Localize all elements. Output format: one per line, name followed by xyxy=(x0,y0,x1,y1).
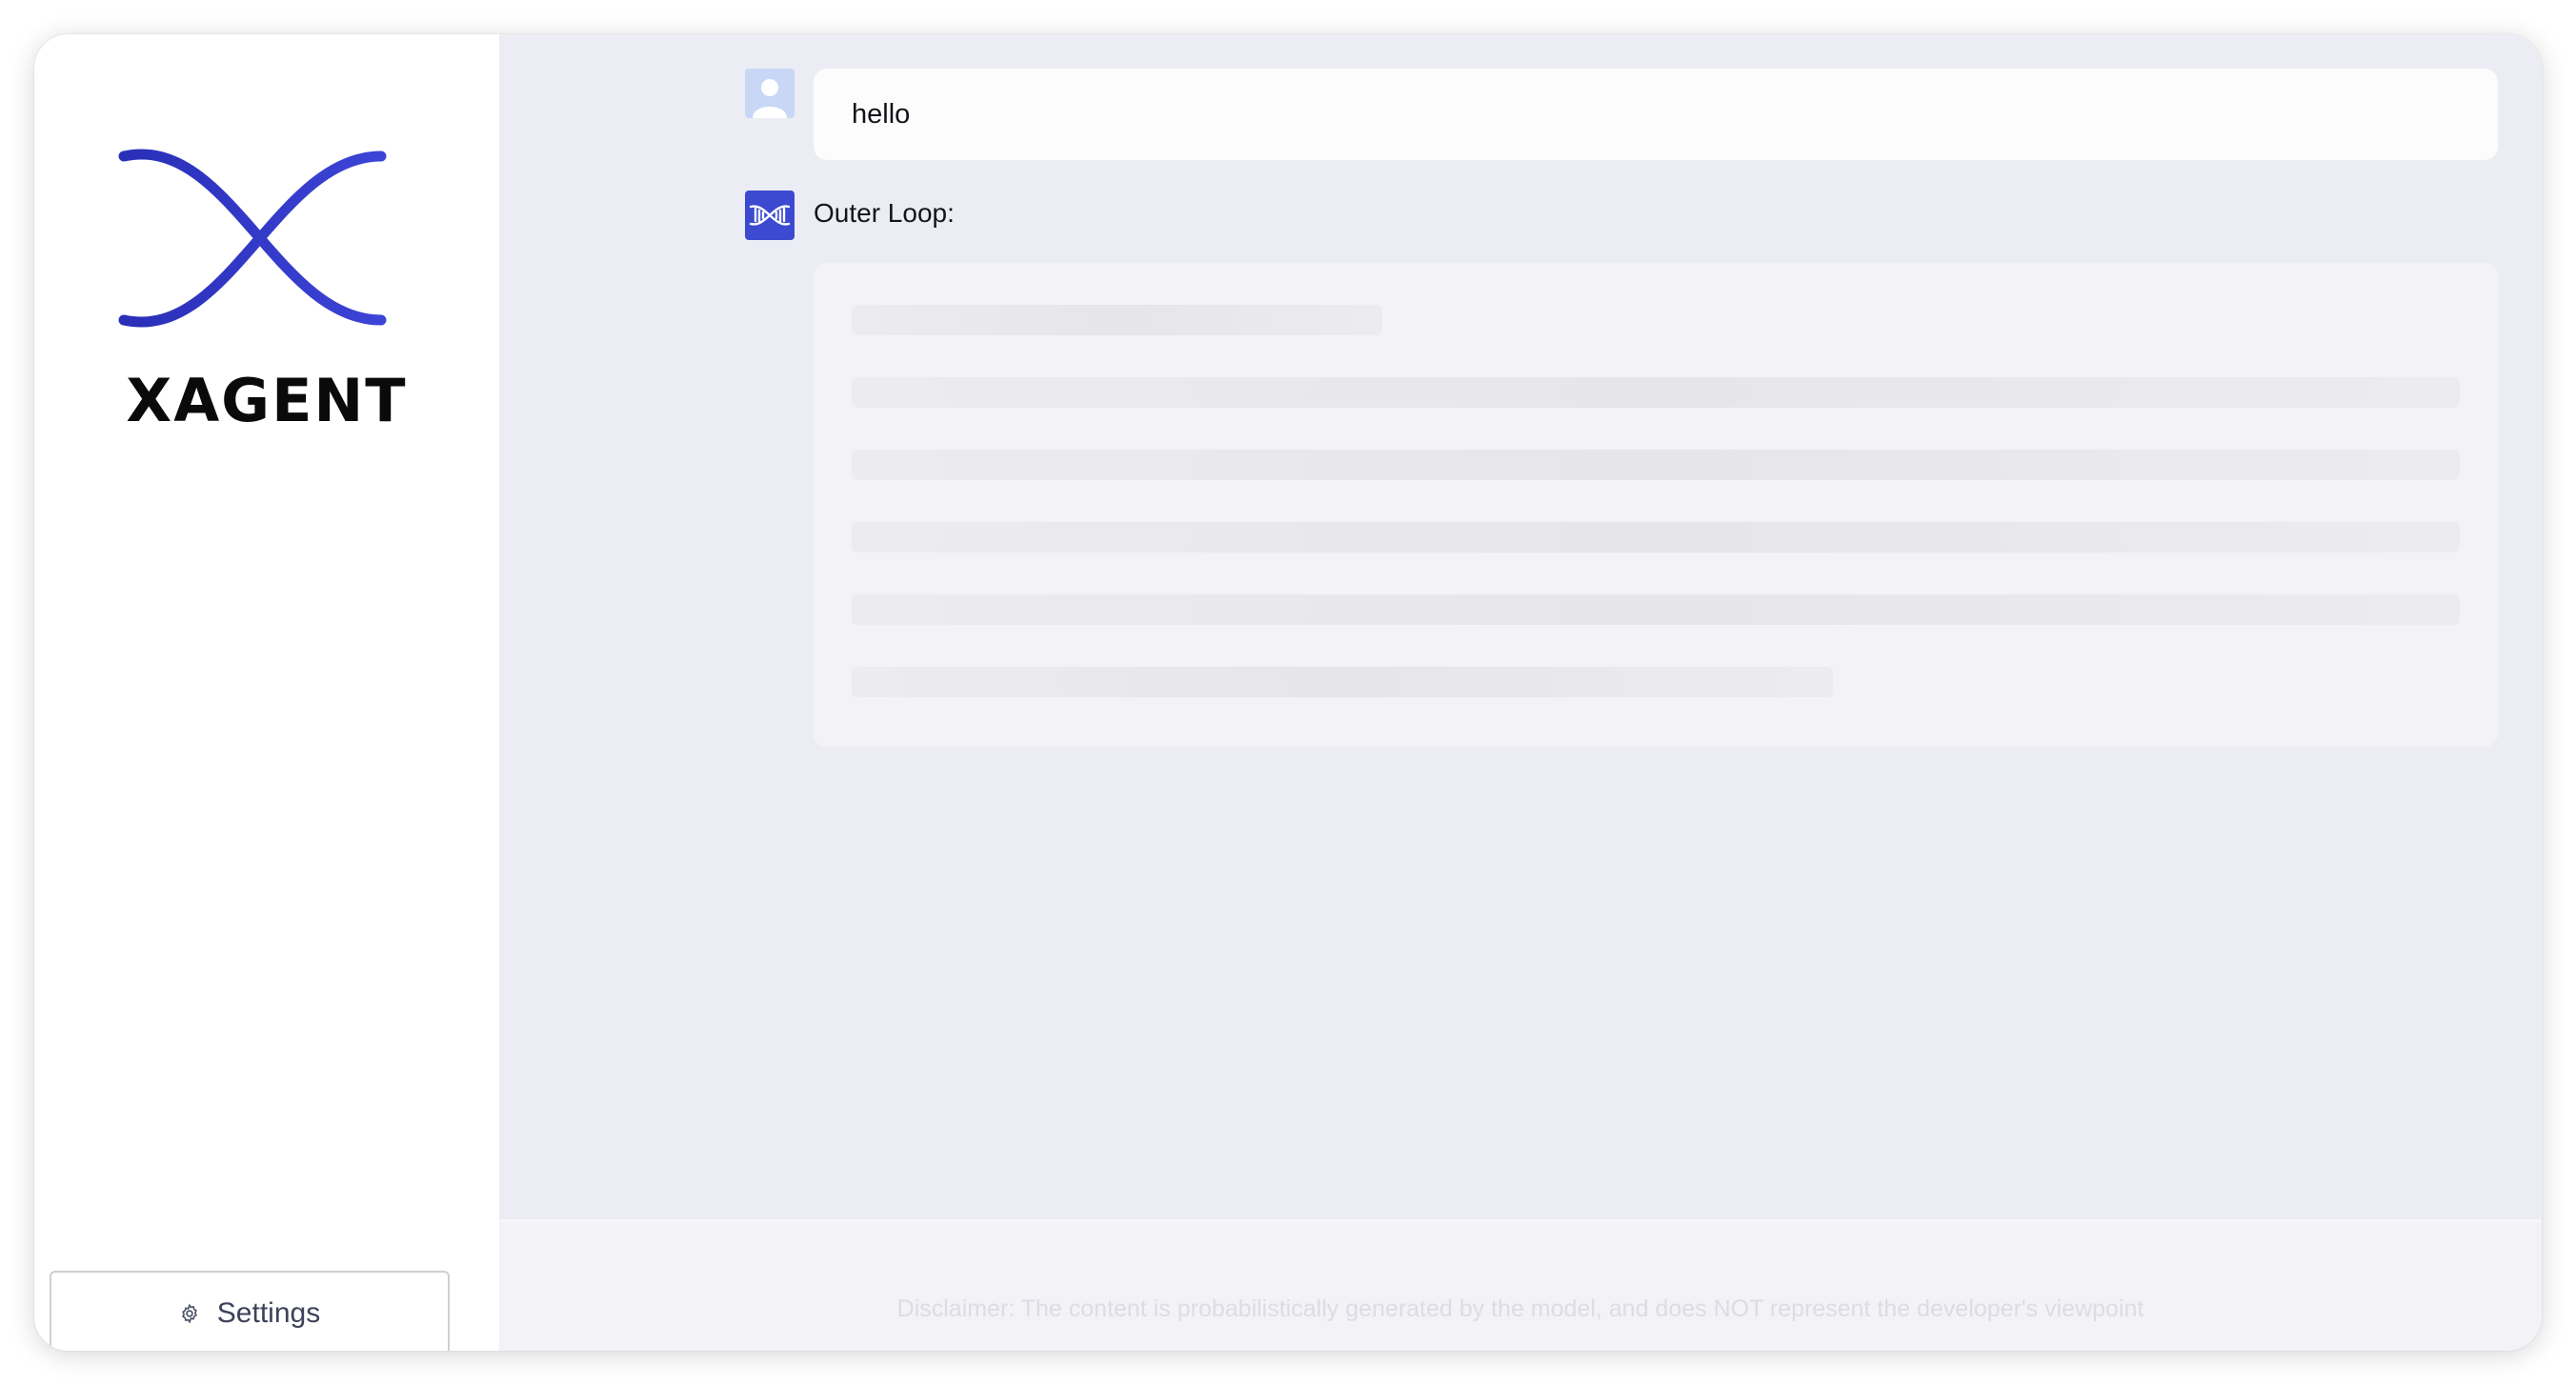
skeleton-line xyxy=(852,522,2460,552)
xagent-logo-icon xyxy=(745,191,795,240)
sidebar: XAGENT Settings xyxy=(34,34,499,1351)
brand-name: XAGENT xyxy=(126,366,408,435)
skeleton-line xyxy=(852,305,1382,335)
footer xyxy=(499,1219,2542,1351)
app-window: XAGENT Settings hello Outer Loop: Discla… xyxy=(34,34,2542,1351)
settings-label: Settings xyxy=(216,1297,321,1329)
disclaimer-text: Disclaimer: The content is probabilistic… xyxy=(896,1295,2144,1322)
dna-helix-icon xyxy=(118,149,387,328)
user-message-text: hello xyxy=(852,98,911,130)
agent-title: Outer Loop: xyxy=(814,198,955,228)
user-message: hello xyxy=(814,69,2498,160)
skeleton-line xyxy=(852,450,2460,480)
skeleton-line xyxy=(852,377,2460,408)
chat-area: hello Outer Loop: Disclaimer: The conten… xyxy=(499,34,2542,1351)
gear-icon xyxy=(181,1303,197,1324)
skeleton-line xyxy=(852,667,1833,697)
settings-button[interactable]: Settings xyxy=(50,1271,450,1351)
skeleton-line xyxy=(852,594,2460,625)
agent-response-loading xyxy=(814,263,2498,747)
user-avatar-icon xyxy=(745,69,795,118)
